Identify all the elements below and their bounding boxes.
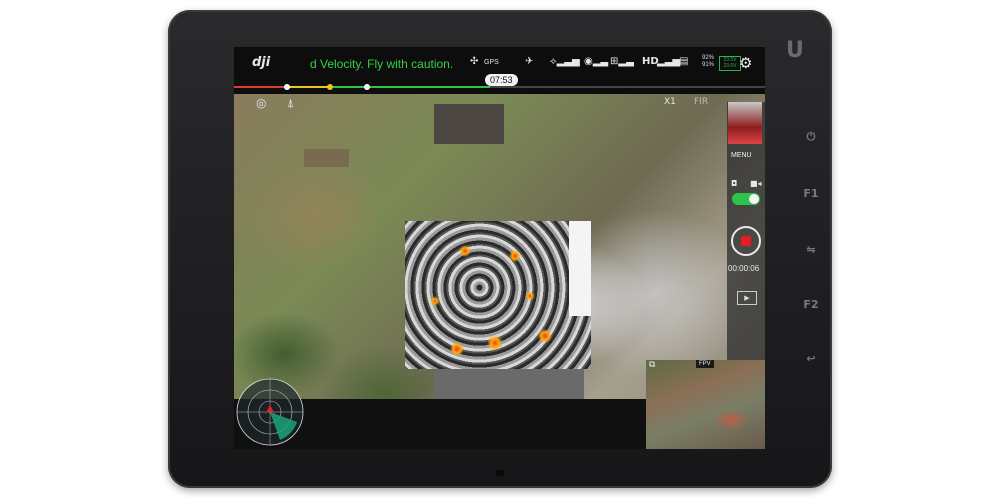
drone-icon: ✣	[470, 56, 479, 67]
swap-view-icon[interactable]: ⧉	[649, 360, 655, 370]
burnt-roof	[434, 104, 504, 144]
display-mode[interactable]: FIR	[694, 97, 708, 107]
thermal-overlay	[405, 221, 591, 369]
gear-icon[interactable]: ⚙	[739, 54, 752, 72]
timeline-marker	[327, 84, 333, 90]
battery-icon: ▤	[679, 56, 689, 67]
timeline-marker	[284, 84, 290, 90]
fpv-label: FPV	[696, 360, 714, 368]
playback-icon[interactable]: ▶	[737, 291, 757, 305]
battery-pct-top: 92%	[702, 55, 715, 61]
timeline-red	[234, 86, 286, 88]
f1-button[interactable]: F1	[800, 187, 822, 200]
video-icon[interactable]: ■◂	[750, 179, 762, 188]
timeline-marker	[364, 84, 370, 90]
shed	[304, 149, 349, 167]
radar-icon[interactable]	[235, 377, 305, 447]
menu-button[interactable]: MENU	[731, 152, 752, 159]
status-message[interactable]: d Velocity. Fly with caution.	[310, 57, 453, 71]
timeline-rest	[490, 86, 765, 88]
rc-signal-icon: ⟡▂▃▅	[550, 56, 580, 67]
fpv-pip[interactable]	[646, 360, 765, 449]
back-button[interactable]: ↩	[800, 352, 822, 365]
zoom-level[interactable]: X1	[664, 97, 676, 107]
timeline-green	[330, 86, 490, 88]
controller-icon: ⊞▂▃	[610, 56, 634, 67]
camera-icon[interactable]: ◘	[731, 179, 737, 188]
battery-voltage-bottom: 23.6V	[723, 63, 737, 69]
record-button[interactable]	[731, 226, 761, 256]
dji-logo: dji	[252, 55, 271, 70]
photo-video-toggle[interactable]	[732, 193, 760, 205]
brand-logo: U	[786, 38, 804, 63]
power-button[interactable]: ⏻	[800, 130, 822, 144]
camera-settings-thumb[interactable]	[728, 102, 762, 144]
obstacle-sensing-icon[interactable]: ◎	[256, 96, 266, 110]
f2-button[interactable]: F2	[800, 298, 822, 311]
battery-voltage: 23.5V 23.6V	[719, 56, 741, 71]
switch-button[interactable]: ⇋	[800, 243, 822, 256]
gps-label: GPS	[484, 59, 499, 66]
wifi-icon: ◉▂▃	[584, 56, 609, 67]
flight-timeline: 07:53	[234, 74, 765, 94]
battery-pct-bottom: 91%	[702, 62, 715, 68]
hd-signal-icon: ▂▃▅	[657, 56, 681, 67]
device-port	[496, 470, 504, 476]
record-time: 00:00:06	[728, 264, 760, 273]
app-screen: dji d Velocity. Fly with caution. ✣ GPS …	[234, 47, 765, 449]
battery-percent: 92% 91%	[702, 55, 714, 69]
vision-positioning-icon: ⍋	[287, 96, 295, 110]
thermal-hotspot-area	[569, 221, 591, 316]
flight-time: 07:53	[485, 74, 518, 86]
takeoff-icon: ✈	[525, 56, 534, 67]
timeline-yellow	[286, 86, 330, 88]
